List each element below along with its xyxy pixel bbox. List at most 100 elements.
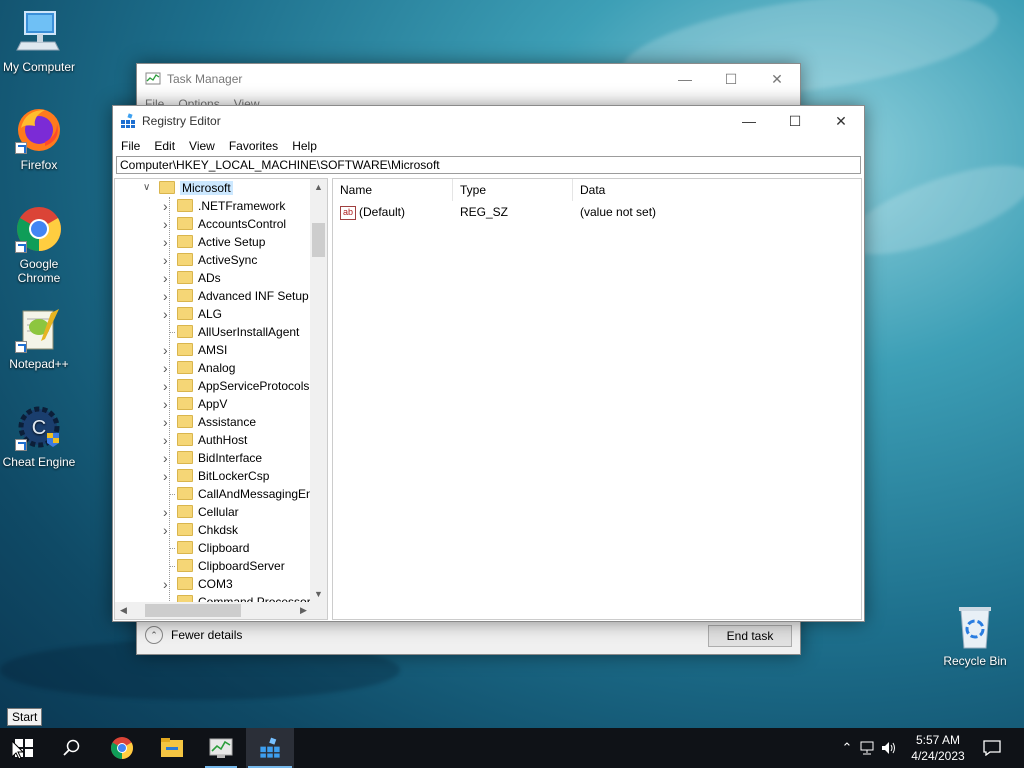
tree-vertical-scrollbar[interactable]: ▲ ▼ — [310, 179, 327, 603]
chevron-right-icon[interactable]: › — [163, 251, 173, 269]
desktop-icon-chrome[interactable]: Google Chrome — [1, 205, 77, 285]
folder-icon — [177, 217, 193, 231]
column-header-type[interactable]: Type — [453, 179, 573, 201]
chevron-right-icon[interactable]: › — [163, 215, 173, 233]
menu-help[interactable]: Help — [285, 139, 324, 153]
chevron-right-icon[interactable]: › — [163, 197, 173, 215]
chevron-right-icon[interactable]: › — [163, 395, 173, 413]
tree-item[interactable]: CallAndMessagingEnh — [169, 485, 312, 503]
desktop-icon-firefox[interactable]: Firefox — [1, 106, 77, 172]
action-center-button[interactable] — [968, 728, 1016, 768]
maximize-button[interactable]: ☐ — [708, 64, 754, 94]
scroll-up-arrow-icon[interactable]: ▲ — [310, 179, 327, 196]
tree-item[interactable]: › AppServiceProtocols — [163, 377, 309, 395]
scrollbar-thumb[interactable] — [312, 223, 325, 257]
menu-file[interactable]: File — [114, 139, 147, 153]
registry-editor-titlebar[interactable]: Registry Editor — ☐ ✕ — [113, 106, 864, 136]
tree-item[interactable]: › Analog — [163, 359, 235, 377]
tree-item[interactable]: AllUserInstallAgent — [169, 323, 299, 341]
chevron-right-icon[interactable]: › — [163, 449, 173, 467]
chevron-right-icon[interactable]: › — [163, 467, 173, 485]
address-bar[interactable]: Computer\HKEY_LOCAL_MACHINE\SOFTWARE\Mic… — [116, 156, 861, 174]
registry-tree-pane[interactable]: ∨ Microsoft › .NETFramework › AccountsContr… — [114, 178, 328, 620]
tree-item[interactable]: › .NETFramework — [163, 197, 285, 215]
tree-item[interactable]: › BitLockerCsp — [163, 467, 269, 485]
close-button[interactable]: ✕ — [818, 106, 864, 136]
tree-item[interactable]: › Advanced INF Setup — [163, 287, 309, 305]
column-header-name[interactable]: Name — [333, 179, 453, 201]
tree-item[interactable]: › AppV — [163, 395, 227, 413]
chevron-right-icon[interactable]: › — [163, 269, 173, 287]
menu-favorites[interactable]: Favorites — [222, 139, 285, 153]
task-manager-icon — [209, 738, 233, 758]
tree-item[interactable]: ClipboardServer — [169, 557, 285, 575]
taskbar-task-manager[interactable] — [197, 728, 245, 768]
tree-item[interactable]: › Assistance — [163, 413, 256, 431]
network-icon[interactable] — [856, 741, 878, 755]
tree-item[interactable]: › ActiveSync — [163, 251, 257, 269]
start-button[interactable] — [0, 728, 48, 768]
taskbar-chrome[interactable] — [98, 728, 146, 768]
chevron-right-icon[interactable]: › — [163, 575, 173, 593]
tree-item-label: AMSI — [198, 343, 228, 357]
scroll-left-arrow-icon[interactable]: ◀ — [115, 602, 132, 619]
chevron-right-icon[interactable]: › — [163, 287, 173, 305]
chevron-right-icon[interactable]: › — [163, 377, 173, 395]
tree-item[interactable]: › BidInterface — [163, 449, 262, 467]
scrollbar-thumb[interactable] — [145, 604, 241, 617]
taskbar-file-explorer[interactable] — [148, 728, 196, 768]
folder-icon — [177, 307, 193, 321]
chevron-right-icon[interactable]: › — [163, 233, 173, 251]
taskbar-registry-editor[interactable] — [246, 728, 294, 768]
chevron-right-icon[interactable]: › — [163, 341, 173, 359]
value-row[interactable]: ab (Default) REG_SZ (value not set) — [333, 201, 861, 223]
tree-item[interactable]: › COM3 — [163, 575, 233, 593]
menu-edit[interactable]: Edit — [147, 139, 182, 153]
end-task-button[interactable]: End task — [708, 625, 792, 647]
recycle-bin-icon — [951, 602, 999, 650]
tree-item[interactable]: › Cellular — [163, 503, 239, 521]
minimize-button[interactable]: — — [726, 106, 772, 136]
registry-values-pane[interactable]: Name Type Data ab (Default) REG_SZ (value… — [332, 178, 862, 620]
desktop-icon-label: Google Chrome — [17, 257, 61, 285]
desktop-icon-my-computer[interactable]: My Computer — [1, 8, 77, 74]
volume-icon[interactable] — [878, 741, 900, 755]
scroll-down-arrow-icon[interactable]: ▼ — [310, 586, 327, 603]
chevron-right-icon[interactable]: › — [163, 503, 173, 521]
desktop-icon-notepadpp[interactable]: Notepad++ — [1, 305, 77, 371]
desktop-icon-recycle-bin[interactable]: Recycle Bin — [937, 602, 1013, 668]
close-button[interactable]: ✕ — [754, 64, 800, 94]
tree-item-label: Microsoft — [180, 181, 233, 195]
task-manager-titlebar[interactable]: Task Manager — ☐ ✕ — [137, 64, 800, 94]
chevron-right-icon[interactable]: › — [163, 413, 173, 431]
tree-item[interactable]: › AMSI — [163, 341, 228, 359]
tree-item[interactable]: › AccountsControl — [163, 215, 286, 233]
taskbar: ⌃ 5:57 AM 4/24/2023 — [0, 728, 1024, 768]
tree-horizontal-scrollbar[interactable]: ◀ ▶ — [115, 602, 312, 619]
tree-item[interactable]: › Chkdsk — [163, 521, 238, 539]
desktop-icon-cheat-engine[interactable]: C Cheat Engine — [1, 403, 77, 469]
folder-icon — [177, 379, 193, 393]
minimize-button[interactable]: — — [662, 64, 708, 94]
registry-editor-window[interactable]: Registry Editor — ☐ ✕ File Edit View Fav… — [112, 105, 865, 622]
tree-item[interactable]: › Active Setup — [163, 233, 265, 251]
folder-icon — [177, 325, 193, 339]
firefox-icon — [15, 106, 63, 154]
tree-item[interactable]: › ALG — [163, 305, 222, 323]
tree-item[interactable]: › ADs — [163, 269, 221, 287]
column-header-data[interactable]: Data — [573, 179, 773, 201]
fewer-details-button[interactable]: ⌃ Fewer details — [145, 626, 242, 644]
search-button[interactable] — [48, 728, 96, 768]
tree-item[interactable]: Clipboard — [169, 539, 249, 557]
menu-view[interactable]: View — [182, 139, 222, 153]
chevron-right-icon[interactable]: › — [163, 305, 173, 323]
tree-item[interactable]: › AuthHost — [163, 431, 247, 449]
tree-item-microsoft[interactable]: ∨ Microsoft — [143, 179, 233, 197]
chevron-right-icon[interactable]: › — [163, 431, 173, 449]
taskbar-clock[interactable]: 5:57 AM 4/24/2023 — [908, 732, 968, 764]
chevron-right-icon[interactable]: › — [163, 359, 173, 377]
maximize-button[interactable]: ☐ — [772, 106, 818, 136]
value-name: (Default) — [359, 205, 406, 219]
chevron-right-icon[interactable]: › — [163, 521, 173, 539]
chevron-up-icon[interactable]: ⌃ — [838, 740, 856, 756]
